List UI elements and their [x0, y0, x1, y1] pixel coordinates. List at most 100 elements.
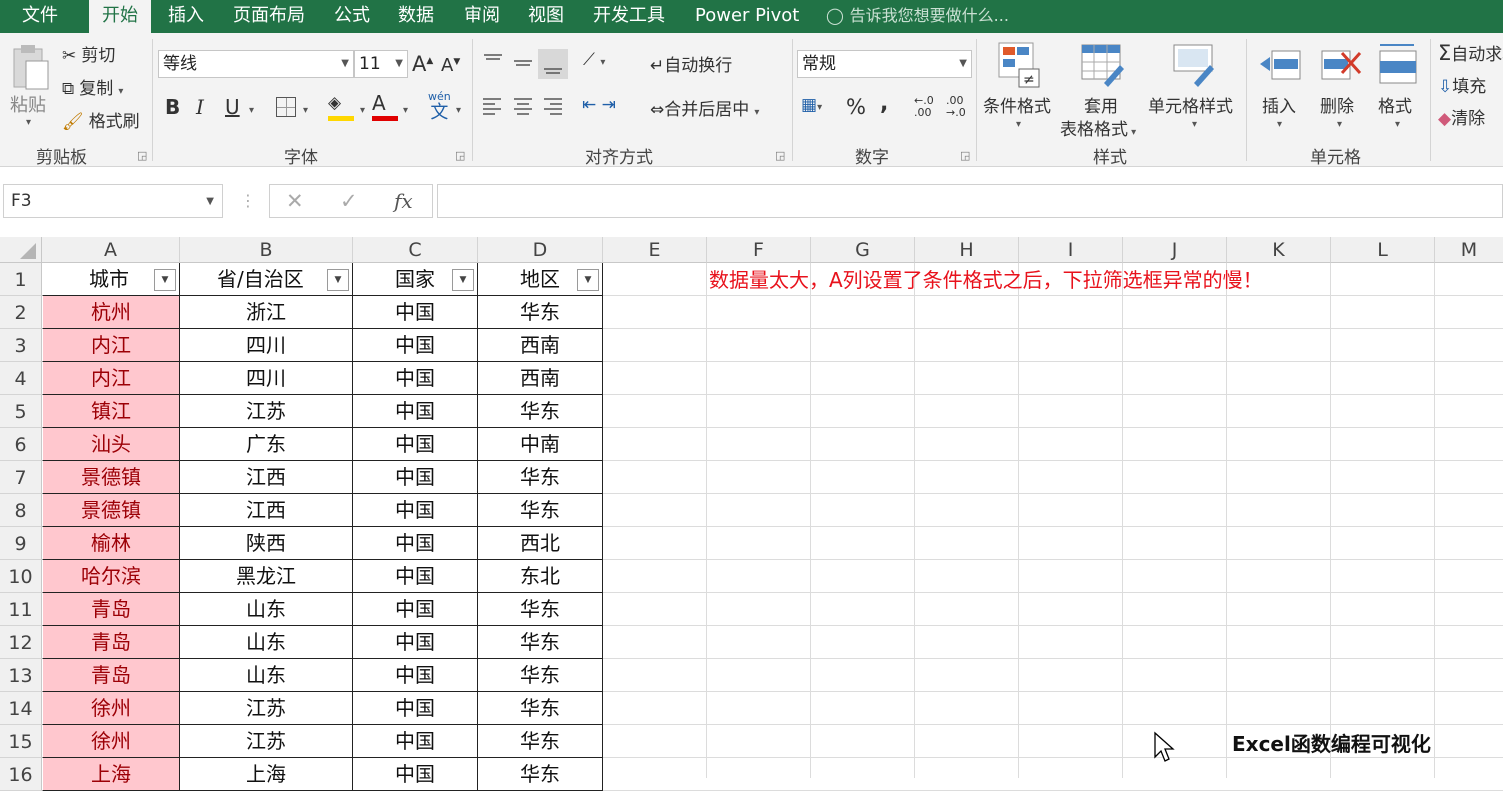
- column-header-l[interactable]: L: [1331, 237, 1435, 263]
- row-header[interactable]: 7: [0, 461, 42, 494]
- data-cell[interactable]: 内江: [42, 362, 180, 395]
- format-cells-button[interactable]: 格式 ▾: [1374, 41, 1424, 141]
- splitter-dots-icon[interactable]: ⋮: [240, 191, 256, 210]
- data-cell[interactable]: 中南: [478, 428, 603, 461]
- header-cell[interactable]: 国家 ▼: [353, 263, 478, 296]
- data-cell[interactable]: 江苏: [180, 395, 353, 428]
- data-cell[interactable]: 西南: [478, 362, 603, 395]
- data-cell[interactable]: 华东: [478, 593, 603, 626]
- column-header-k[interactable]: K: [1227, 237, 1331, 263]
- data-cell[interactable]: 榆林: [42, 527, 180, 560]
- row-header[interactable]: 12: [0, 626, 42, 659]
- tab-developer[interactable]: 开发工具: [593, 0, 665, 33]
- data-cell[interactable]: 华东: [478, 692, 603, 725]
- cut-button[interactable]: ✂ 剪切: [62, 41, 115, 67]
- column-header-j[interactable]: J: [1123, 237, 1227, 263]
- data-cell[interactable]: 中国: [353, 494, 478, 527]
- underline-button[interactable]: U: [225, 95, 240, 119]
- column-header-f[interactable]: F: [707, 237, 811, 263]
- data-cell[interactable]: 上海: [180, 758, 353, 791]
- data-cell[interactable]: 江苏: [180, 692, 353, 725]
- tab-review[interactable]: 审阅: [464, 0, 500, 33]
- row-header[interactable]: 15: [0, 725, 42, 758]
- header-cell[interactable]: 城市 ▼: [42, 263, 180, 296]
- data-cell[interactable]: 景德镇: [42, 494, 180, 527]
- clear-button[interactable]: ◆清除: [1438, 104, 1503, 130]
- dialog-launcher-icon[interactable]: ◲: [137, 149, 147, 162]
- data-cell[interactable]: 杭州: [42, 296, 180, 329]
- row-header[interactable]: 2: [0, 296, 42, 329]
- column-header-e[interactable]: E: [603, 237, 707, 263]
- cell-styles-button[interactable]: 单元格样式 ▾: [1148, 41, 1244, 161]
- bold-button[interactable]: B: [165, 95, 180, 119]
- data-cell[interactable]: 四川: [180, 362, 353, 395]
- conditional-formatting-button[interactable]: ≠ 条件格式 ▾: [983, 41, 1057, 161]
- data-cell[interactable]: 华东: [478, 494, 603, 527]
- data-cell[interactable]: 西南: [478, 329, 603, 362]
- merge-center-button[interactable]: ⇔合并后居中 ▾: [650, 95, 759, 120]
- data-cell[interactable]: 广东: [180, 428, 353, 461]
- header-cell[interactable]: 地区 ▼: [478, 263, 603, 296]
- data-cell[interactable]: 汕头: [42, 428, 180, 461]
- chevron-down-icon[interactable]: ▾: [303, 105, 308, 116]
- data-cell[interactable]: 陕西: [180, 527, 353, 560]
- borders-icon[interactable]: [276, 97, 296, 117]
- chevron-down-icon[interactable]: ▾: [456, 105, 461, 116]
- data-cell[interactable]: 山东: [180, 593, 353, 626]
- tab-insert[interactable]: 插入: [168, 0, 204, 33]
- data-cell[interactable]: 山东: [180, 659, 353, 692]
- data-cell[interactable]: 中国: [353, 395, 478, 428]
- row-header[interactable]: 13: [0, 659, 42, 692]
- data-cell[interactable]: 江西: [180, 494, 353, 527]
- autosum-button[interactable]: Σ自动求和: [1438, 40, 1503, 66]
- data-cell[interactable]: 山东: [180, 626, 353, 659]
- tab-data[interactable]: 数据: [398, 0, 434, 33]
- data-cell[interactable]: 中国: [353, 593, 478, 626]
- currency-icon[interactable]: ▦▾: [801, 95, 822, 115]
- data-cell[interactable]: 青岛: [42, 626, 180, 659]
- header-cell[interactable]: 省/自治区 ▼: [180, 263, 353, 296]
- column-header-d[interactable]: D: [478, 237, 603, 263]
- chevron-down-icon[interactable]: ▾: [403, 105, 408, 116]
- data-cell[interactable]: 中国: [353, 659, 478, 692]
- data-cell[interactable]: 镇江: [42, 395, 180, 428]
- row-header[interactable]: 16: [0, 758, 42, 791]
- data-cell[interactable]: 华东: [478, 626, 603, 659]
- italic-button[interactable]: I: [196, 95, 204, 119]
- data-cell[interactable]: 中国: [353, 560, 478, 593]
- data-cell[interactable]: 中国: [353, 626, 478, 659]
- paste-dropdown-icon[interactable]: ▾: [26, 117, 31, 128]
- data-cell[interactable]: 东北: [478, 560, 603, 593]
- data-cell[interactable]: 徐州: [42, 725, 180, 758]
- data-cell[interactable]: 华东: [478, 395, 603, 428]
- data-cell[interactable]: 江西: [180, 461, 353, 494]
- data-cell[interactable]: 华东: [478, 659, 603, 692]
- font-color-button[interactable]: A: [372, 91, 398, 121]
- data-cell[interactable]: 中国: [353, 329, 478, 362]
- tab-view[interactable]: 视图: [528, 0, 564, 33]
- data-cell[interactable]: 华东: [478, 296, 603, 329]
- filter-dropdown-button[interactable]: ▼: [327, 269, 349, 291]
- data-cell[interactable]: 中国: [353, 692, 478, 725]
- tab-home[interactable]: 开始: [89, 0, 151, 33]
- decrease-decimal-button[interactable]: .00 →.0: [946, 95, 966, 119]
- fill-button[interactable]: ⇩填充: [1438, 72, 1503, 98]
- delete-cells-button[interactable]: 删除 ▾: [1316, 41, 1366, 141]
- tell-me-search[interactable]: ◯ 告诉我您想要做什么...: [826, 0, 1009, 33]
- data-cell[interactable]: 哈尔滨: [42, 560, 180, 593]
- row-header[interactable]: 6: [0, 428, 42, 461]
- data-cell[interactable]: 华东: [478, 461, 603, 494]
- data-cell[interactable]: 徐州: [42, 692, 180, 725]
- data-cell[interactable]: 西北: [478, 527, 603, 560]
- data-cell[interactable]: 中国: [353, 362, 478, 395]
- indent-icons[interactable]: ⇤ ⇥: [582, 95, 616, 115]
- increase-decimal-button[interactable]: ←.0.00: [914, 95, 934, 119]
- chevron-down-icon[interactable]: ▾: [249, 105, 254, 116]
- data-cell[interactable]: 青岛: [42, 659, 180, 692]
- data-cell[interactable]: 浙江: [180, 296, 353, 329]
- tab-power-pivot[interactable]: Power Pivot: [695, 0, 799, 33]
- data-cell[interactable]: 内江: [42, 329, 180, 362]
- tab-formulas[interactable]: 公式: [334, 0, 370, 33]
- column-header-m[interactable]: M: [1435, 237, 1503, 263]
- column-header-g[interactable]: G: [811, 237, 915, 263]
